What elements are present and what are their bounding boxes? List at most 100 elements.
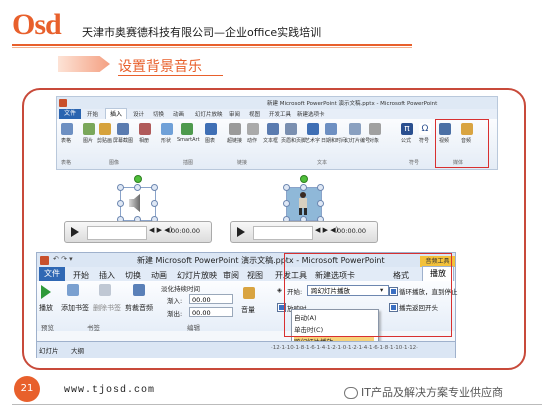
header-footer-icon[interactable] [285, 123, 297, 135]
shapes-icon[interactable] [161, 123, 173, 135]
playback-ribbon-screenshot: ↶ ↷ ▾ 新建 Microsoft PowerPoint 演示文稿.pptx … [36, 252, 458, 358]
tab-home[interactable]: 开始 [87, 110, 98, 118]
picture-icon[interactable] [83, 123, 95, 135]
seek-track[interactable] [87, 226, 147, 240]
chart-icon[interactable] [205, 123, 217, 135]
datetime-icon[interactable] [325, 123, 337, 135]
resize-handle[interactable] [283, 184, 290, 191]
fade-in-input[interactable]: 00.00 [189, 294, 233, 304]
tab-review[interactable]: 审阅 [223, 270, 239, 281]
volume-label: 音量 [241, 306, 255, 314]
resize-handle[interactable] [283, 200, 290, 207]
play-icon[interactable] [237, 227, 245, 237]
tab-outline[interactable]: 大纲 [71, 345, 84, 355]
slide-number-icon[interactable] [349, 123, 361, 135]
tab-animations[interactable]: 动画 [173, 110, 184, 118]
resize-handle[interactable] [317, 200, 324, 207]
company-logo: Osd [12, 8, 62, 41]
clipart-icon[interactable] [99, 123, 111, 135]
tab-slideshow[interactable]: 幻灯片放映 [177, 270, 217, 281]
video-player-bar: ◀ ▶ ◀) 00:00.00 [230, 221, 378, 243]
hyperlink-label: 超链接 [227, 138, 243, 144]
equation-label: 公式 [401, 138, 412, 144]
seek-track[interactable] [253, 226, 313, 240]
chat-bubble-icon [344, 387, 358, 399]
quick-access-icons[interactable]: ↶ ↷ ▾ [53, 255, 73, 263]
tab-design[interactable]: 设计 [133, 110, 144, 118]
section-title-underline [118, 75, 223, 76]
equation-icon[interactable]: π [401, 123, 413, 135]
tab-home[interactable]: 开始 [73, 270, 89, 281]
tab-new-tab[interactable]: 新建选项卡 [297, 110, 325, 118]
audio-player-bar: ◀ ▶ ◀) 00:00.00 [64, 221, 212, 243]
trim-audio-icon[interactable] [133, 284, 145, 296]
wordart-label: 艺术字 [305, 138, 321, 144]
play-icon[interactable] [71, 227, 79, 237]
speaker-icon[interactable] [127, 191, 147, 215]
hyperlink-icon[interactable] [229, 123, 241, 135]
textbox-icon[interactable] [267, 123, 279, 135]
header-footer-label: 页眉和页脚 [281, 138, 307, 144]
table-icon[interactable] [61, 123, 73, 135]
tab-file[interactable]: 文件 [59, 109, 81, 119]
powerpoint-app-icon [59, 99, 67, 107]
group-table: 表格 [61, 160, 72, 166]
tab-view[interactable]: 视图 [249, 110, 260, 118]
action-label: 动作 [247, 138, 258, 144]
remove-bookmark-label: 删除书签 [93, 304, 121, 312]
person-image-icon [294, 190, 312, 216]
powerpoint-app-icon [40, 256, 49, 265]
tab-animations[interactable]: 动画 [151, 270, 167, 281]
watermark-label: IT产品及解决方案专业供应商 [361, 386, 503, 399]
website-url: www.tjosd.com [64, 385, 156, 396]
tab-slides[interactable]: 幻灯片 [39, 345, 59, 355]
volume-icon[interactable] [243, 287, 255, 299]
wordart-icon[interactable] [307, 123, 319, 135]
player-controls[interactable]: ◀ ▶ ◀) [315, 226, 338, 234]
smartart-icon[interactable] [181, 123, 193, 135]
playback-highlight-box [284, 253, 452, 337]
tab-insert[interactable]: 插入 [99, 270, 115, 281]
omega-symbol-icon[interactable]: Ω [419, 123, 431, 135]
album-icon[interactable] [139, 123, 151, 135]
rotate-handle[interactable] [134, 175, 142, 183]
media-highlight-box [435, 119, 489, 168]
fade-out-input[interactable]: 00.00 [189, 307, 233, 317]
album-label: 相册 [139, 138, 150, 144]
group-editing: 编辑 [187, 324, 200, 332]
resize-handle[interactable] [151, 200, 158, 207]
resize-handle[interactable] [134, 184, 141, 191]
chart-label: 图表 [205, 138, 216, 144]
tab-review[interactable]: 审阅 [229, 110, 240, 118]
resize-handle[interactable] [117, 200, 124, 207]
object-icon[interactable] [369, 123, 381, 135]
group-illustrations: 插图 [183, 160, 194, 166]
ribbon1-body: 表格 图片 剪贴画 屏幕截图 相册 形状 SmartArt 图表 超链接 动作 … [57, 119, 497, 169]
resize-handle[interactable] [300, 184, 307, 191]
slide-number-label: 幻灯片编号 [345, 138, 371, 144]
tab-slideshow[interactable]: 幻灯片放映 [195, 110, 223, 118]
insert-ribbon-screenshot: 新建 Microsoft PowerPoint 演示文稿.pptx - Micr… [56, 96, 498, 170]
screenshot-icon[interactable] [117, 123, 129, 135]
tab-transitions[interactable]: 切换 [153, 110, 164, 118]
resize-handle[interactable] [117, 184, 124, 191]
footer-divider [12, 404, 542, 405]
section-title: 设置背景音乐 [118, 59, 202, 75]
resize-handle[interactable] [151, 184, 158, 191]
resize-handle[interactable] [317, 184, 324, 191]
add-bookmark-icon[interactable] [67, 284, 79, 296]
company-name: 天津市奥赛德科技有限公司—企业office实践培训 [82, 26, 322, 39]
tab-transitions[interactable]: 切换 [125, 270, 141, 281]
play-preview-icon[interactable] [41, 285, 51, 299]
player-controls[interactable]: ◀ ▶ ◀) [149, 226, 172, 234]
tab-view[interactable]: 视图 [247, 270, 263, 281]
remove-bookmark-icon[interactable] [99, 284, 111, 296]
group-preview: 预览 [41, 324, 54, 332]
action-icon[interactable] [247, 123, 259, 135]
start-icon: ◈ [277, 286, 282, 294]
trim-audio-label: 剪裁音频 [125, 304, 153, 312]
textbox-label: 文本框 [263, 138, 279, 144]
rotate-handle[interactable] [300, 175, 308, 183]
tab-developer[interactable]: 开发工具 [269, 110, 291, 118]
tab-file[interactable]: 文件 [39, 267, 65, 281]
